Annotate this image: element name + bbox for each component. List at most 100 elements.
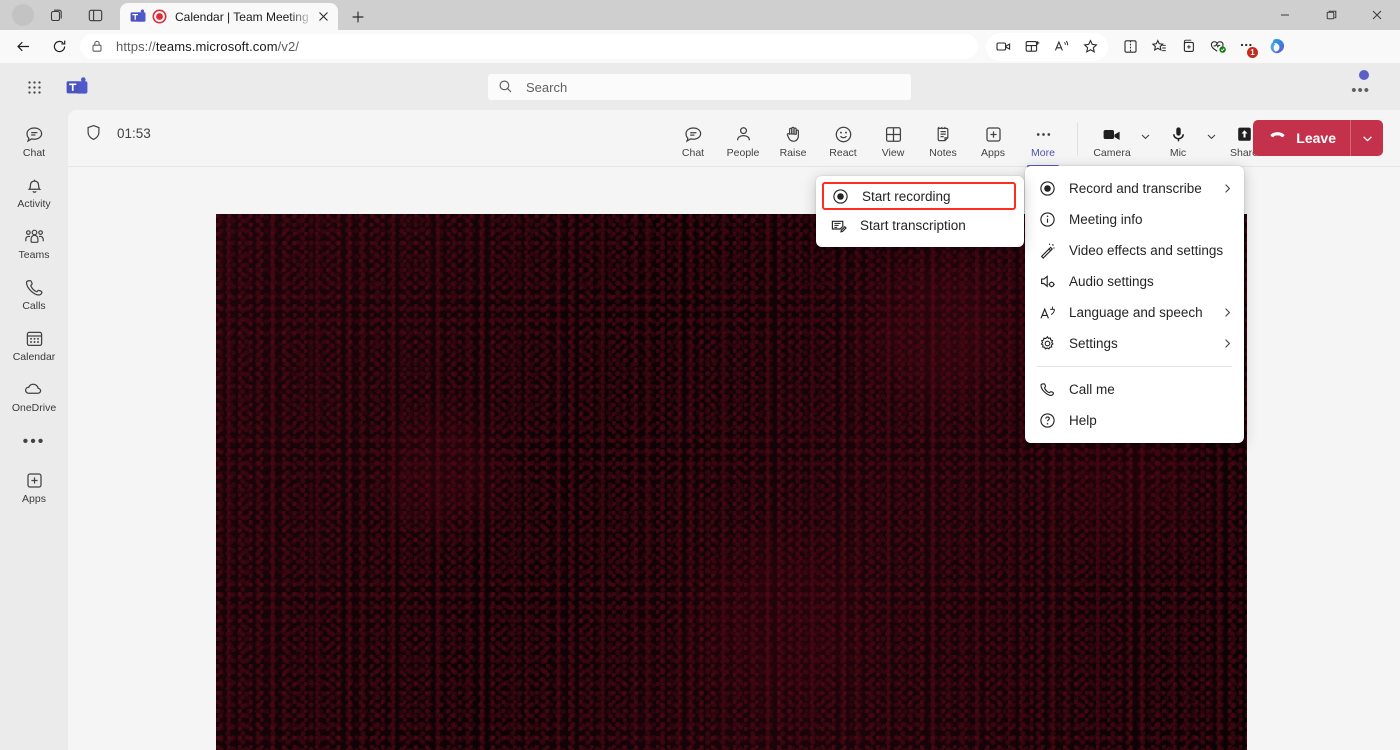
people-group-icon	[23, 227, 46, 247]
refresh-button[interactable]	[44, 32, 74, 62]
chevron-right-icon	[1220, 338, 1234, 349]
chat-icon	[24, 125, 45, 145]
sidebar-more-icon[interactable]: •••	[0, 422, 68, 462]
control-people[interactable]: People	[718, 119, 768, 160]
menu-item-start-recording[interactable]: Start recording	[822, 182, 1016, 210]
sidebar-item-apps[interactable]: Apps	[0, 462, 68, 513]
screen-capture-icon[interactable]	[989, 33, 1018, 61]
control-notes[interactable]: Notes	[918, 119, 968, 160]
sidebar-item-calls[interactable]: Calls	[0, 269, 68, 320]
new-tab-button[interactable]	[346, 5, 370, 29]
camera-options-chevron-down-icon[interactable]	[1137, 119, 1153, 142]
browser-tab[interactable]: Calendar | Team Meeting | M	[120, 3, 338, 30]
sidebar-label-chat: Chat	[22, 146, 46, 159]
address-bar[interactable]: https://teams.microsoft.com/v2/	[80, 34, 978, 59]
browser-health-icon[interactable]	[1203, 33, 1232, 61]
menu-label-audio-settings: Audio settings	[1069, 274, 1154, 289]
minimize-button[interactable]	[1262, 0, 1308, 30]
menu-label-language-and-speech: Language and speech	[1069, 305, 1203, 320]
close-window-button[interactable]	[1354, 0, 1400, 30]
split-pane-icon[interactable]	[80, 2, 110, 28]
profile-avatar[interactable]	[12, 4, 34, 26]
microsoft-teams-logo	[66, 77, 88, 97]
smiley-icon	[833, 123, 854, 145]
menu-item-help[interactable]: Help	[1025, 405, 1244, 436]
phone-icon	[1037, 381, 1057, 398]
menu-item-audio-settings[interactable]: Audio settings	[1025, 266, 1244, 297]
collections-icon[interactable]	[1145, 33, 1174, 61]
sidebar-item-onedrive[interactable]: OneDrive	[0, 371, 68, 422]
split-screen-layout-icon[interactable]	[1018, 33, 1047, 61]
sidebar-label-calendar: Calendar	[12, 350, 56, 363]
control-react[interactable]: React	[818, 119, 868, 160]
lock-icon	[90, 39, 106, 55]
control-raise-hand[interactable]: Raise	[768, 119, 818, 160]
sidebar-item-activity[interactable]: Activity	[0, 167, 68, 218]
recording-dot-icon	[152, 9, 167, 24]
copilot-icon[interactable]	[1261, 33, 1295, 61]
video-effects-icon	[1037, 242, 1057, 259]
topbar-more-icon[interactable]: •••	[1351, 83, 1370, 98]
settings-and-more-icon[interactable]: 1	[1232, 33, 1261, 61]
read-aloud-icon[interactable]	[1047, 33, 1076, 61]
leave-main[interactable]: Leave	[1253, 120, 1350, 156]
control-label-view: View	[881, 147, 905, 159]
menu-item-video-effects[interactable]: Video effects and settings	[1025, 235, 1244, 266]
control-label-react: React	[829, 147, 857, 159]
app-launcher-icon[interactable]	[22, 75, 46, 99]
leave-options-chevron-down-icon[interactable]	[1350, 120, 1383, 156]
menu-item-language-and-speech[interactable]: Language and speech	[1025, 297, 1244, 328]
calendar-icon	[24, 329, 45, 349]
control-camera[interactable]: Camera	[1087, 119, 1137, 160]
search-placeholder: Search	[526, 79, 568, 95]
menu-label-settings: Settings	[1069, 336, 1118, 351]
menu-label-help: Help	[1069, 413, 1097, 428]
url-path: /v2/	[277, 39, 300, 54]
control-label-camera: Camera	[1093, 147, 1131, 159]
teams-topbar: Search •••	[0, 63, 1400, 110]
control-mic-group: Mic	[1153, 119, 1219, 160]
browser-essentials-split-icon[interactable]	[1116, 33, 1145, 61]
search-icon	[498, 79, 514, 95]
search-input[interactable]: Search	[487, 73, 912, 101]
add-to-collections-icon[interactable]	[1174, 33, 1203, 61]
address-text: https://teams.microsoft.com/v2/	[116, 39, 299, 54]
record-circle-icon	[1037, 180, 1057, 197]
sidebar-item-chat[interactable]: Chat	[0, 116, 68, 167]
menu-item-record-and-transcribe[interactable]: Record and transcribe	[1025, 173, 1244, 204]
control-mic[interactable]: Mic	[1153, 119, 1203, 160]
url-scheme: https://	[116, 39, 156, 54]
sidebar-label-calls: Calls	[22, 299, 46, 312]
gear-icon	[1037, 335, 1057, 352]
maximize-button[interactable]	[1308, 0, 1354, 30]
control-chat[interactable]: Chat	[668, 119, 718, 160]
window-controls	[1262, 0, 1400, 30]
sidebar-item-teams[interactable]: Teams	[0, 218, 68, 269]
sidebar-item-calendar[interactable]: Calendar	[0, 320, 68, 371]
tab-actions-icon[interactable]	[42, 2, 72, 28]
menu-item-settings[interactable]: Settings	[1025, 328, 1244, 359]
leave-label: Leave	[1296, 130, 1336, 146]
control-label-raise: Raise	[779, 147, 807, 159]
control-view[interactable]: View	[868, 119, 918, 160]
leave-button[interactable]: Leave	[1253, 120, 1383, 156]
control-label-notes: Notes	[929, 147, 957, 159]
menu-item-meeting-info[interactable]: Meeting info	[1025, 204, 1244, 235]
microphone-icon	[1168, 123, 1189, 145]
menu-item-call-me[interactable]: Call me	[1025, 374, 1244, 405]
sidebar-label-apps: Apps	[22, 492, 46, 505]
control-label-apps: Apps	[981, 147, 1005, 159]
control-more[interactable]: More	[1018, 119, 1068, 168]
notes-icon	[933, 123, 954, 145]
menu-item-start-transcription[interactable]: Start transcription	[816, 210, 1024, 241]
browser-toolbar: https://teams.microsoft.com/v2/ 1	[0, 30, 1400, 63]
close-icon[interactable]	[314, 8, 332, 26]
back-button[interactable]	[8, 32, 38, 62]
favorite-star-icon[interactable]	[1076, 33, 1105, 61]
meeting-controls: Chat People Raise React View Notes Apps …	[668, 119, 1269, 168]
info-circle-icon	[1037, 211, 1057, 228]
plus-box-icon	[24, 471, 45, 491]
share-screen-icon	[1234, 123, 1255, 145]
mic-options-chevron-down-icon[interactable]	[1203, 119, 1219, 142]
control-apps[interactable]: Apps	[968, 119, 1018, 160]
